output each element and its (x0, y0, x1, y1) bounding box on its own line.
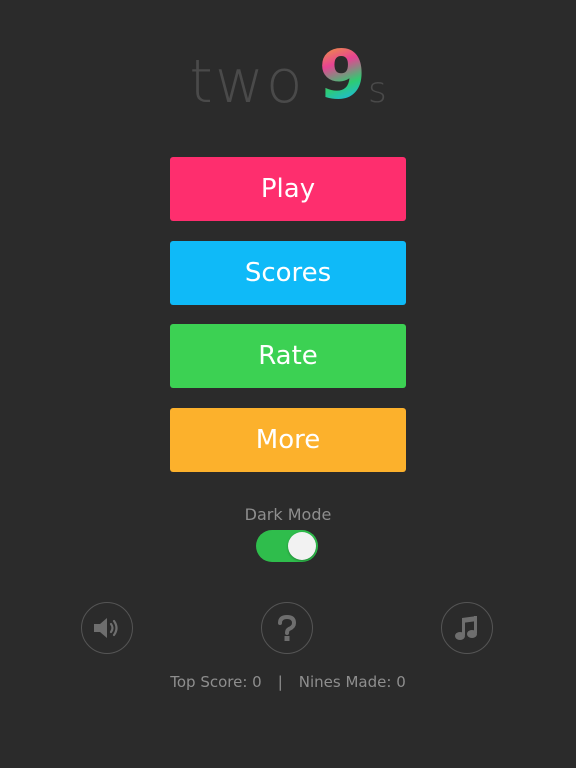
speaker-icon (94, 618, 118, 638)
music-note-icon (455, 616, 477, 640)
logo-suffix: s (367, 70, 387, 111)
scores-button[interactable]: Scores (170, 241, 406, 305)
play-button[interactable]: Play (170, 157, 406, 221)
logo-word: two (189, 47, 305, 117)
more-button[interactable]: More (170, 408, 406, 472)
toggle-knob (288, 532, 316, 560)
sound-button[interactable] (81, 602, 133, 654)
stats-separator: | (277, 673, 283, 691)
top-score: Top Score: 0 (170, 673, 262, 691)
music-button[interactable] (441, 602, 493, 654)
dark-mode-label: Dark Mode (244, 505, 332, 524)
game-logo: two 9s (0, 36, 576, 120)
dark-mode-toggle[interactable] (256, 530, 318, 562)
stats-footer: Top Score: 0 | Nines Made: 0 (0, 673, 576, 691)
question-icon (278, 614, 297, 641)
rate-button[interactable]: Rate (170, 324, 406, 388)
logo-nine: 9 (318, 36, 366, 115)
help-button[interactable] (261, 602, 313, 654)
nines-made: Nines Made: 0 (298, 673, 406, 691)
